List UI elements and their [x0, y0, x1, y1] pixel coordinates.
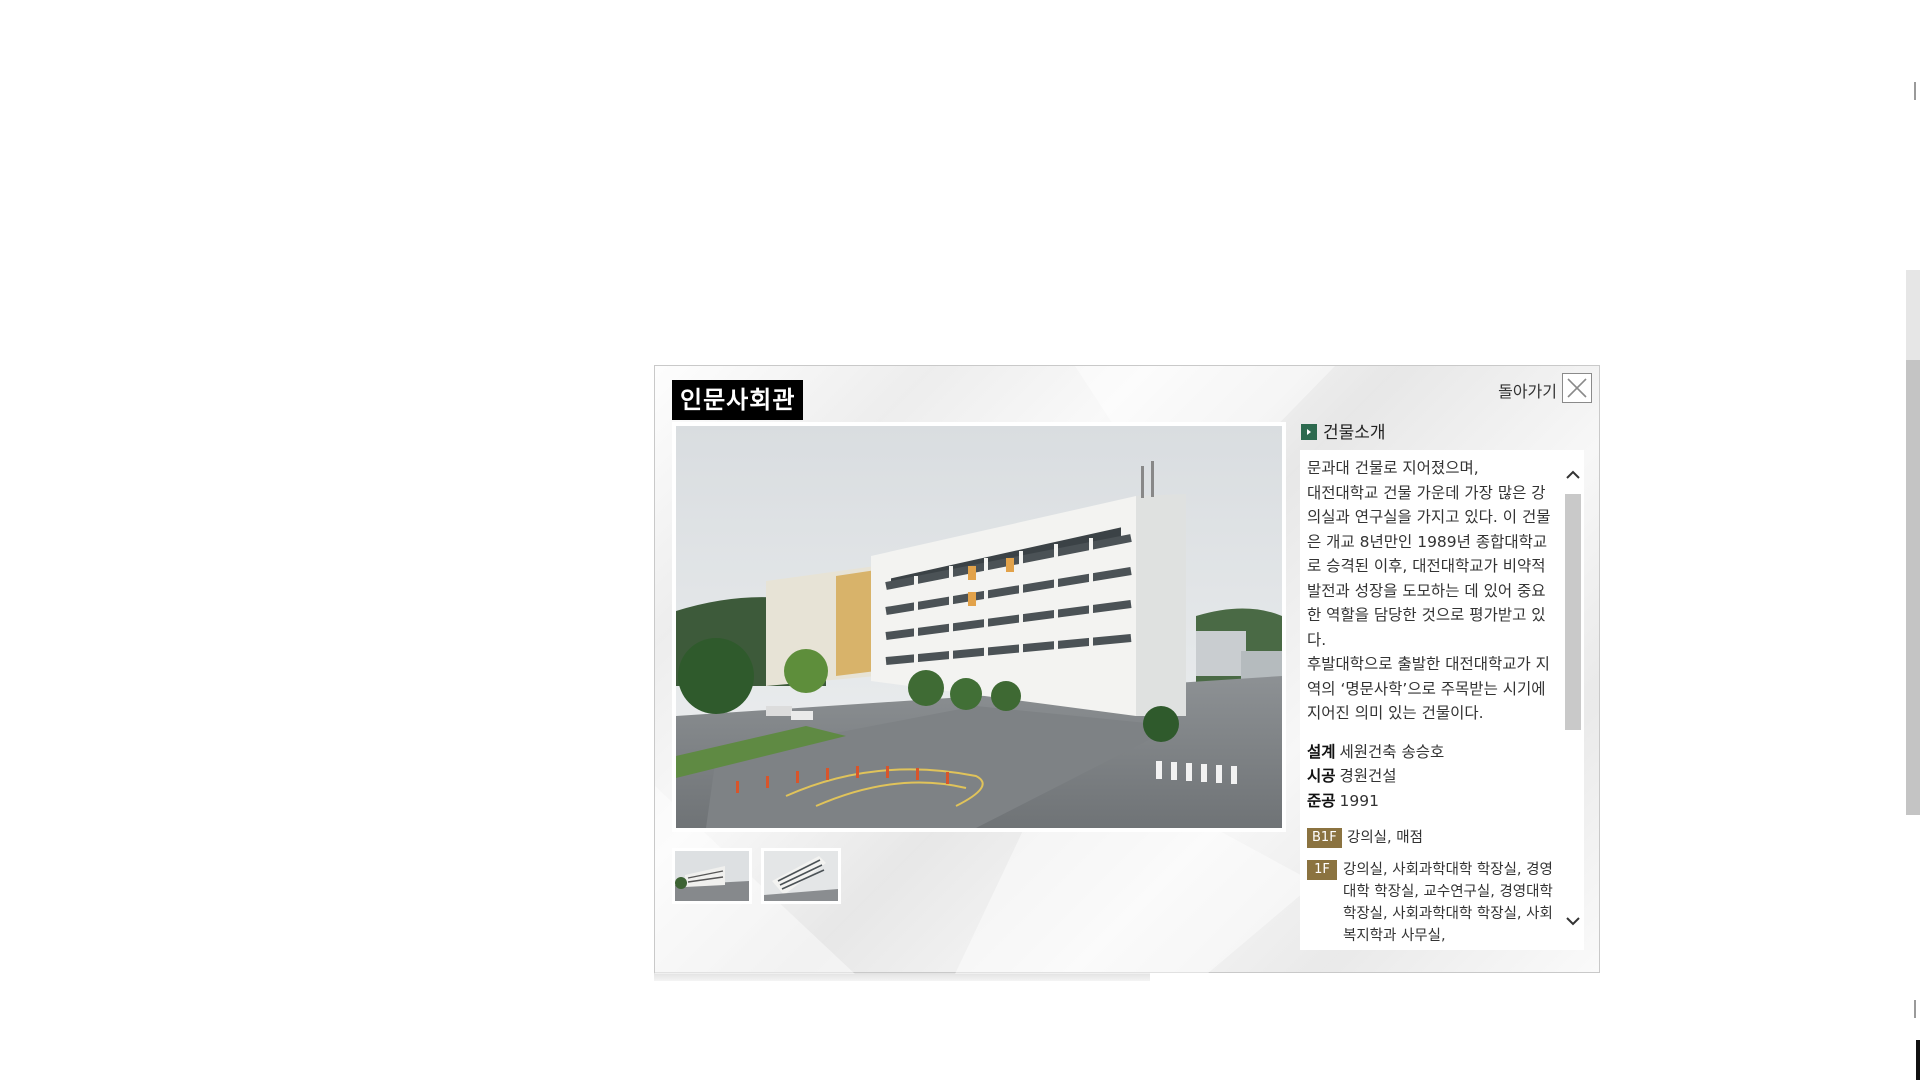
- modal-shadow: [654, 973, 1150, 981]
- scroll-down-button[interactable]: [1564, 910, 1582, 932]
- info-panel: 문과대 건물로 지어졌으며, 대전대학교 건물 가운데 가장 많은 강의실과 연…: [1300, 450, 1584, 950]
- floor-badge: 1F: [1307, 860, 1337, 880]
- building-specs: 설계 세원건축 송승호 시공 경원건설 준공 1991: [1307, 740, 1559, 814]
- scrollbar-thumb[interactable]: [1565, 494, 1581, 730]
- building-title: 인문사회관: [672, 380, 804, 420]
- arrow-right-icon: [1301, 424, 1317, 440]
- floor-rooms: 강의실, 사회과학대학 학장실, 경영대학 학장실, 교수연구실, 경영대학 학…: [1343, 862, 1553, 944]
- page: 인문사회관 돌아가기 건물소개 문과대 건물로 지어졌으며, 대전대학교 건물 …: [0, 0, 1920, 1080]
- window-scrollbar-thumb[interactable]: [1906, 360, 1920, 815]
- back-link[interactable]: 돌아가기: [1498, 380, 1557, 404]
- main-building-photo: [672, 422, 1286, 832]
- close-icon: [1567, 378, 1587, 398]
- window-edge-mark: [1914, 82, 1916, 100]
- building-description: 문과대 건물로 지어졌으며, 대전대학교 건물 가운데 가장 많은 강의실과 연…: [1307, 459, 1551, 722]
- spec-value: 세원건축 송승호: [1339, 742, 1445, 761]
- floor-rooms: 강의실, 매점: [1347, 830, 1423, 846]
- spec-row: 준공 1991: [1307, 789, 1559, 814]
- floor-badge: B1F: [1307, 828, 1342, 848]
- chevron-down-icon: [1566, 917, 1580, 926]
- section-heading: 건물소개: [1301, 422, 1386, 444]
- floor-row: 1F 강의실, 사회과학대학 학장실, 경영대학 학장실, 교수연구실, 경영대…: [1307, 859, 1559, 947]
- thumbnail-2[interactable]: [761, 848, 841, 904]
- scroll-up-button[interactable]: [1564, 464, 1582, 486]
- thumbnail-image: [764, 851, 838, 901]
- info-content: 문과대 건물로 지어졌으며, 대전대학교 건물 가운데 가장 많은 강의실과 연…: [1307, 456, 1559, 950]
- floor-row: B1F 강의실, 매점: [1307, 827, 1559, 849]
- spec-value: 경원건설: [1339, 767, 1397, 785]
- floor-list: B1F 강의실, 매점 1F 강의실, 사회과학대학 학장실, 경영대학 학장실…: [1307, 827, 1559, 947]
- spec-row: 설계 세원건축 송승호: [1307, 740, 1559, 765]
- spec-key: 설계: [1307, 742, 1336, 761]
- thumbnail-1[interactable]: [672, 848, 752, 904]
- section-title: 건물소개: [1323, 423, 1386, 443]
- info-scrollbar[interactable]: [1562, 450, 1584, 950]
- thumbnail-image: [675, 851, 749, 901]
- chevron-up-icon: [1566, 470, 1580, 479]
- spec-value: 1991: [1339, 791, 1379, 810]
- spec-key: 시공: [1307, 767, 1336, 785]
- spec-row: 시공 경원건설: [1307, 764, 1559, 789]
- close-button[interactable]: [1562, 373, 1592, 403]
- window-edge-mark: [1916, 1040, 1920, 1080]
- building-photo-illustration: [676, 426, 1282, 828]
- building-modal: 인문사회관 돌아가기 건물소개 문과대 건물로 지어졌으며, 대전대학교 건물 …: [654, 365, 1600, 974]
- spec-key: 준공: [1307, 791, 1336, 810]
- window-edge-mark: [1914, 1000, 1916, 1018]
